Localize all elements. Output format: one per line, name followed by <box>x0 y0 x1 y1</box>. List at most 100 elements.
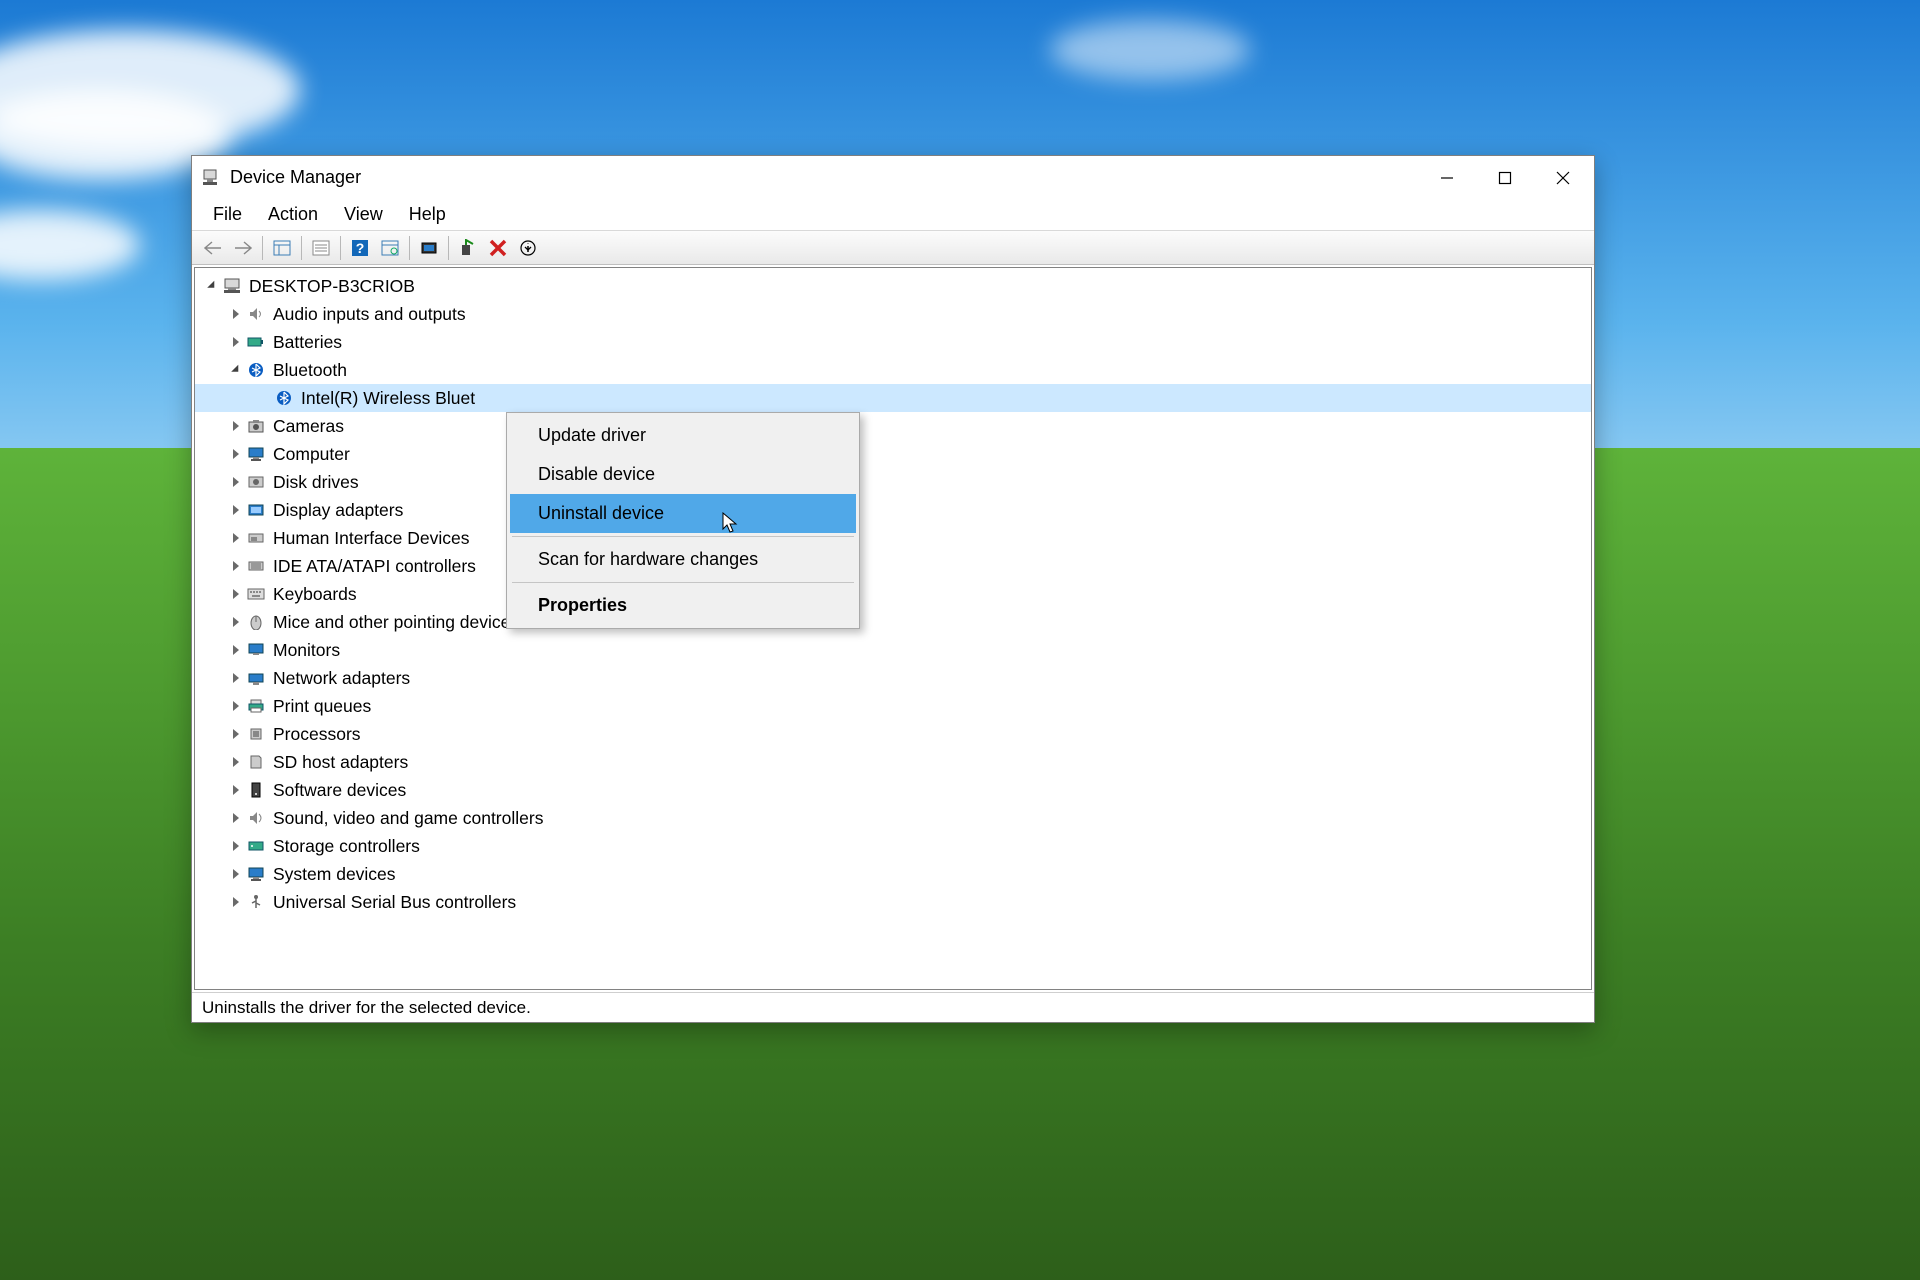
menu-action[interactable]: Action <box>255 201 331 228</box>
toolbar-separator <box>262 236 263 260</box>
tree-label: Batteries <box>273 332 342 353</box>
svg-text:?: ? <box>356 240 365 256</box>
tree-label: Bluetooth <box>273 360 347 381</box>
tree-category-mice[interactable]: Mice and other pointing devices <box>195 608 1591 636</box>
uninstall-button[interactable] <box>484 234 512 262</box>
tree-label: Software devices <box>273 780 406 801</box>
context-disable-device[interactable]: Disable device <box>510 455 856 494</box>
cpu-icon <box>245 724 267 744</box>
expand-icon[interactable] <box>227 813 245 823</box>
tree-category-network[interactable]: Network adapters <box>195 664 1591 692</box>
show-hide-tree-button[interactable] <box>268 234 296 262</box>
tree-category-print[interactable]: Print queues <box>195 692 1591 720</box>
device-tree[interactable]: DESKTOP-B3CRIOB Audio inputs and outputs… <box>194 267 1592 990</box>
menu-help[interactable]: Help <box>396 201 459 228</box>
scan-hardware-button[interactable] <box>376 234 404 262</box>
expand-icon[interactable] <box>227 869 245 879</box>
disable-device-button[interactable] <box>514 234 542 262</box>
tree-category-processors[interactable]: Processors <box>195 720 1591 748</box>
tree-label: Audio inputs and outputs <box>273 304 466 325</box>
context-uninstall-device[interactable]: Uninstall device <box>510 494 856 533</box>
update-driver-button[interactable] <box>415 234 443 262</box>
titlebar[interactable]: Device Manager <box>192 156 1594 199</box>
tree-category-hid[interactable]: Human Interface Devices <box>195 524 1591 552</box>
expand-icon[interactable] <box>227 729 245 739</box>
tree-item-intel-bluetooth[interactable]: Intel(R) Wireless Bluet <box>195 384 1591 412</box>
close-button[interactable] <box>1534 159 1592 197</box>
back-button[interactable] <box>199 234 227 262</box>
forward-button[interactable] <box>229 234 257 262</box>
expand-icon[interactable] <box>227 449 245 459</box>
expand-icon[interactable] <box>227 841 245 851</box>
tree-category-storage[interactable]: Storage controllers <box>195 832 1591 860</box>
bluetooth-icon <box>273 388 295 408</box>
tree-category-bluetooth[interactable]: Bluetooth <box>195 356 1591 384</box>
tree-label: Network adapters <box>273 668 410 689</box>
enable-device-button[interactable] <box>454 234 482 262</box>
tree-category-computer[interactable]: Computer <box>195 440 1591 468</box>
properties-button[interactable] <box>307 234 335 262</box>
monitor-icon <box>245 444 267 464</box>
printer-icon <box>245 696 267 716</box>
context-scan-hardware[interactable]: Scan for hardware changes <box>510 540 856 579</box>
tree-root[interactable]: DESKTOP-B3CRIOB <box>195 272 1591 300</box>
tree-label: Sound, video and game controllers <box>273 808 543 829</box>
expand-icon[interactable] <box>227 477 245 487</box>
speaker-icon <box>245 304 267 324</box>
storage-icon <box>245 836 267 856</box>
app-icon <box>200 168 220 188</box>
expand-icon[interactable] <box>227 617 245 627</box>
computer-icon <box>221 276 243 296</box>
tree-category-keyboards[interactable]: Keyboards <box>195 580 1591 608</box>
tree-category-batteries[interactable]: Batteries <box>195 328 1591 356</box>
statusbar: Uninstalls the driver for the selected d… <box>192 992 1594 1022</box>
menu-file[interactable]: File <box>200 201 255 228</box>
tree-category-ide[interactable]: IDE ATA/ATAPI controllers <box>195 552 1591 580</box>
tree-category-system[interactable]: System devices <box>195 860 1591 888</box>
tree-label: DESKTOP-B3CRIOB <box>249 276 415 297</box>
tree-label: System devices <box>273 864 396 885</box>
toolbar-separator <box>301 236 302 260</box>
tree-category-display[interactable]: Display adapters <box>195 496 1591 524</box>
hid-icon <box>245 528 267 548</box>
context-separator <box>512 536 854 537</box>
tree-category-monitors[interactable]: Monitors <box>195 636 1591 664</box>
tree-label: Mice and other pointing devices <box>273 612 519 633</box>
expand-icon[interactable] <box>227 701 245 711</box>
minimize-button[interactable] <box>1418 159 1476 197</box>
tree-category-usb[interactable]: Universal Serial Bus controllers <box>195 888 1591 916</box>
expand-icon[interactable] <box>227 533 245 543</box>
expand-icon[interactable] <box>227 421 245 431</box>
context-properties[interactable]: Properties <box>510 586 856 625</box>
expand-icon[interactable] <box>227 785 245 795</box>
expand-icon[interactable] <box>227 673 245 683</box>
help-button[interactable]: ? <box>346 234 374 262</box>
expand-icon[interactable] <box>227 757 245 767</box>
disk-icon <box>245 472 267 492</box>
expand-icon[interactable] <box>227 337 245 347</box>
network-icon <box>245 668 267 688</box>
tree-category-disk[interactable]: Disk drives <box>195 468 1591 496</box>
tree-category-cameras[interactable]: Cameras <box>195 412 1591 440</box>
cloud-decoration <box>1050 20 1250 80</box>
expand-icon[interactable] <box>227 365 245 375</box>
expand-icon[interactable] <box>227 505 245 515</box>
tree-category-sound[interactable]: Sound, video and game controllers <box>195 804 1591 832</box>
expand-icon[interactable] <box>227 309 245 319</box>
tree-category-software[interactable]: Software devices <box>195 776 1591 804</box>
context-separator <box>512 582 854 583</box>
maximize-button[interactable] <box>1476 159 1534 197</box>
context-update-driver[interactable]: Update driver <box>510 416 856 455</box>
expand-icon[interactable] <box>227 897 245 907</box>
tree-category-sd[interactable]: SD host adapters <box>195 748 1591 776</box>
tree-label: Print queues <box>273 696 371 717</box>
expand-icon[interactable] <box>227 561 245 571</box>
menu-view[interactable]: View <box>331 201 396 228</box>
tree-category-audio[interactable]: Audio inputs and outputs <box>195 300 1591 328</box>
menubar: File Action View Help <box>192 199 1594 231</box>
tree-label: Cameras <box>273 416 344 437</box>
expand-icon[interactable] <box>227 645 245 655</box>
toolbar: ? <box>192 231 1594 265</box>
expand-icon[interactable] <box>227 589 245 599</box>
expand-icon[interactable] <box>203 281 221 291</box>
